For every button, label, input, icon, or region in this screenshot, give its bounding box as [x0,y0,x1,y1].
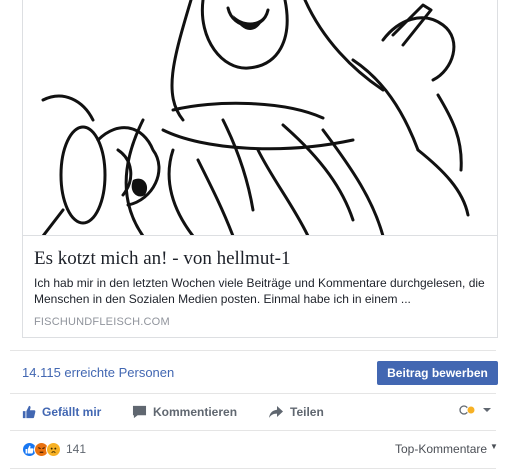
post-actions-bar: Gefällt mir Kommentieren Teilen [22,400,498,424]
sad-reaction-icon [46,441,61,457]
share-label: Teilen [290,405,324,419]
divider [10,393,496,394]
reaction-count[interactable]: 141 [66,442,86,456]
chevron-down-icon [483,408,491,412]
link-preview-image[interactable] [23,0,497,236]
shouting-man-illustration [41,0,470,235]
link-title[interactable]: Es kotzt mich an! - von hellmut-1 [34,248,290,270]
share-button[interactable]: Teilen [268,400,324,424]
thumbs-up-icon [22,405,36,419]
divider [10,468,496,469]
comment-button[interactable]: Kommentieren [132,400,237,424]
link-domain: FISCHUNDFLEISCH.COM [34,316,170,328]
link-preview-card[interactable]: Es kotzt mich an! - von hellmut-1 Ich ha… [22,0,498,338]
like-label: Gefällt mir [42,405,102,419]
comment-icon [132,405,147,419]
caret-down-icon: ▼ [490,441,498,451]
like-button[interactable]: Gefällt mir [22,400,101,424]
reactions-summary[interactable]: 141 [22,440,86,458]
share-arrow-icon [269,406,283,418]
reach-link[interactable]: 14.115 erreichte Personen [22,365,174,380]
divider [10,350,496,351]
link-description: Ich hab mir in den letzten Wochen viele … [34,276,485,306]
audience-faces-icon [459,405,476,415]
comment-sort-dropdown[interactable]: Top-Kommentare ▼ [395,441,498,457]
comment-sort-label: Top-Kommentare [395,442,488,456]
facebook-post: Es kotzt mich an! - von hellmut-1 Ich ha… [0,0,506,476]
comment-label: Kommentieren [153,405,238,419]
boost-post-button[interactable]: Beitrag bewerben [377,361,498,385]
divider [10,430,496,431]
reaction-identity-selector[interactable] [459,404,492,416]
